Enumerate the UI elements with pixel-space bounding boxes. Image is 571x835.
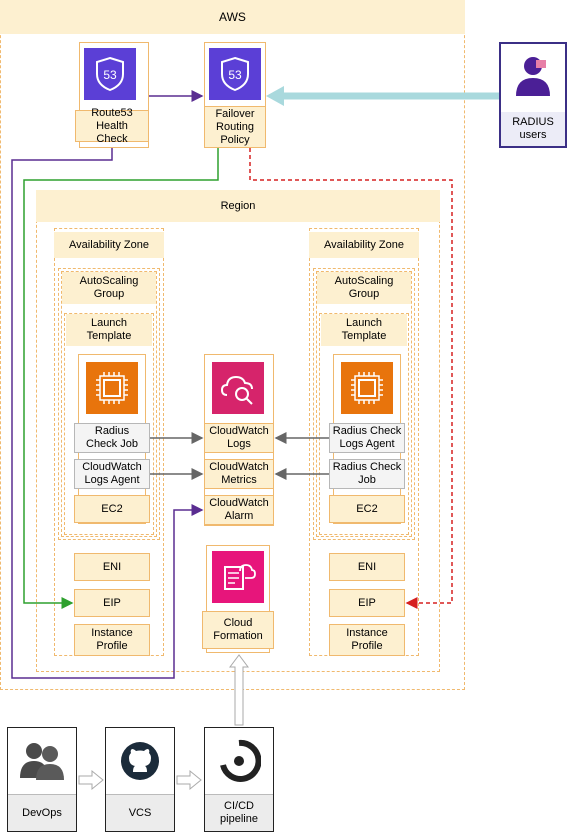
radius-users-label: RADIUS users <box>501 112 565 146</box>
az-right-ec2: EC2 <box>329 495 405 523</box>
cicd-node: CI/CD pipeline <box>204 727 274 832</box>
failover-icon: 53 <box>209 48 261 100</box>
az-right-item2: Radius Check Job <box>329 459 405 489</box>
az-left-profile: Instance Profile <box>74 624 150 656</box>
cicd-label: CI/CD pipeline <box>205 794 273 831</box>
az-right-profile: Instance Profile <box>329 624 405 656</box>
svg-text:53: 53 <box>228 68 242 82</box>
az-left-asg-label: AutoScaling Group <box>62 272 156 304</box>
vcs-label: VCS <box>106 794 174 831</box>
svg-text:53: 53 <box>103 68 117 82</box>
region-label: Region <box>36 190 440 222</box>
vcs-node: VCS <box>105 727 175 832</box>
az-right-item1: Radius Check Logs Agent <box>329 423 405 453</box>
az-left-item1: Radius Check Job <box>74 423 150 453</box>
az-right-launch-label: Launch Template <box>321 314 407 346</box>
github-icon <box>115 736 165 786</box>
ec2-icon <box>341 362 393 414</box>
devops-node: DevOps <box>7 727 77 832</box>
devops-label: DevOps <box>8 794 76 831</box>
route53-label: Route53 Health Check <box>75 107 149 145</box>
cloudwatch-icon <box>212 362 264 414</box>
ec2-icon <box>86 362 138 414</box>
az-left-ec2: EC2 <box>74 495 150 523</box>
az-left-label: Availability Zone <box>54 232 164 258</box>
az-left-launch-label: Launch Template <box>66 314 152 346</box>
cloudwatch-metrics: CloudWatch Metrics <box>204 459 274 489</box>
cloudformation-label: Cloud Formation <box>202 611 274 649</box>
az-right-eip: EIP <box>329 589 405 617</box>
cloudwatch-logs: CloudWatch Logs <box>204 423 274 453</box>
cloudwatch-alarm: CloudWatch Alarm <box>204 495 274 525</box>
circleci-icon <box>213 734 265 788</box>
user-icon <box>509 48 557 102</box>
az-left-eip: EIP <box>74 589 150 617</box>
cloudformation-icon <box>212 551 264 603</box>
az-right-eni: ENI <box>329 553 405 581</box>
aws-label: AWS <box>0 0 465 34</box>
devops-to-vcs-arrow <box>78 769 104 791</box>
az-right-label: Availability Zone <box>309 232 419 258</box>
vcs-to-cicd-arrow <box>176 769 202 791</box>
users-icon <box>16 734 68 788</box>
az-left-eni: ENI <box>74 553 150 581</box>
az-left-item2: CloudWatch Logs Agent <box>74 459 150 489</box>
failover-label: Failover Routing Policy <box>204 106 266 148</box>
az-right-asg-label: AutoScaling Group <box>317 272 411 304</box>
route53-icon: 53 <box>84 48 136 100</box>
